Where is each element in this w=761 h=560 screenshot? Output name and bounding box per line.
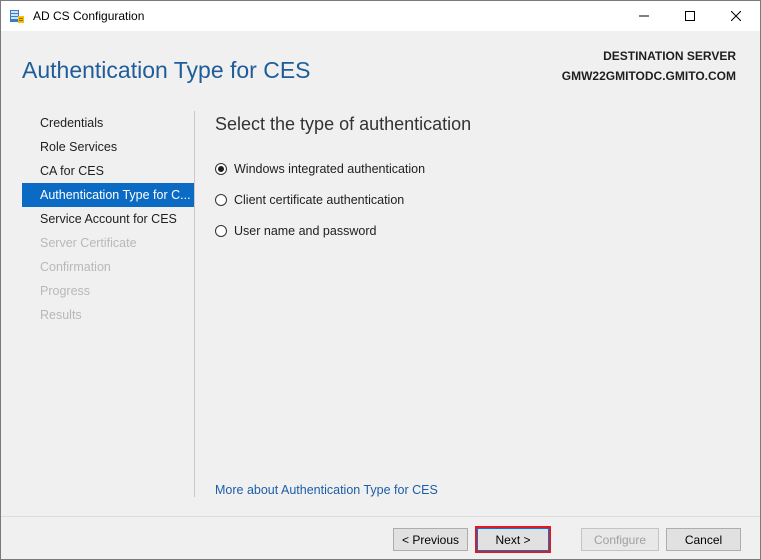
nav-item-server-certificate: Server Certificate	[40, 236, 137, 250]
option-label: Windows integrated authentication	[234, 162, 426, 176]
option-username-password[interactable]: User name and password	[215, 224, 376, 238]
next-button[interactable]: Next >	[477, 528, 549, 551]
minimize-icon	[639, 15, 649, 17]
nav-item-role-services[interactable]: Role Services	[22, 135, 194, 159]
radio-button[interactable]	[215, 225, 227, 237]
nav-item-credentials[interactable]: Credentials	[22, 111, 194, 135]
maximize-icon	[685, 11, 695, 21]
option-label: Client certificate authentication	[234, 193, 405, 207]
option-client-certificate[interactable]: Client certificate authentication	[215, 193, 404, 207]
title-bar[interactable]: AD CS Configuration	[1, 1, 760, 31]
close-icon	[731, 11, 741, 21]
nav-item-authentication-type[interactable]: Authentication Type for C...	[22, 183, 194, 207]
close-button[interactable]	[713, 1, 759, 31]
option-label: User name and password	[234, 224, 377, 238]
destination-server-name: GMW22GMITODC.GMITO.COM	[561, 69, 736, 83]
option-windows-integrated[interactable]: Windows integrated authentication	[215, 162, 425, 176]
nav-item-results: Results	[40, 308, 82, 322]
previous-button[interactable]: < Previous	[393, 528, 468, 551]
wizard-navigation: Credentials Role Services CA for CES Aut…	[22, 111, 194, 327]
footer-divider	[1, 516, 760, 517]
nav-item-service-account[interactable]: Service Account for CES	[22, 207, 194, 231]
maximize-button[interactable]	[667, 1, 713, 31]
more-info-link[interactable]: More about Authentication Type for CES	[215, 483, 438, 497]
window-title: AD CS Configuration	[33, 9, 145, 23]
cancel-button[interactable]: Cancel	[666, 528, 741, 551]
destination-server-label: DESTINATION SERVER	[603, 49, 736, 63]
nav-item-confirmation: Confirmation	[40, 260, 111, 274]
nav-item-ca-for-ces[interactable]: CA for CES	[22, 159, 194, 183]
nav-item-progress: Progress	[40, 284, 91, 298]
nav-divider	[194, 111, 195, 497]
content-heading: Select the type of authentication	[215, 114, 472, 134]
wizard-header: Authentication Type for CES DESTINATION …	[1, 31, 760, 101]
page-title: Authentication Type for CES	[22, 57, 311, 83]
server-role-icon	[9, 8, 25, 24]
ad-cs-configuration-window: AD CS Configuration Authentication Type …	[0, 0, 761, 560]
minimize-button[interactable]	[621, 1, 667, 31]
radio-button-selected[interactable]	[215, 163, 227, 175]
configure-button: Configure	[581, 528, 659, 551]
radio-button[interactable]	[215, 194, 227, 206]
